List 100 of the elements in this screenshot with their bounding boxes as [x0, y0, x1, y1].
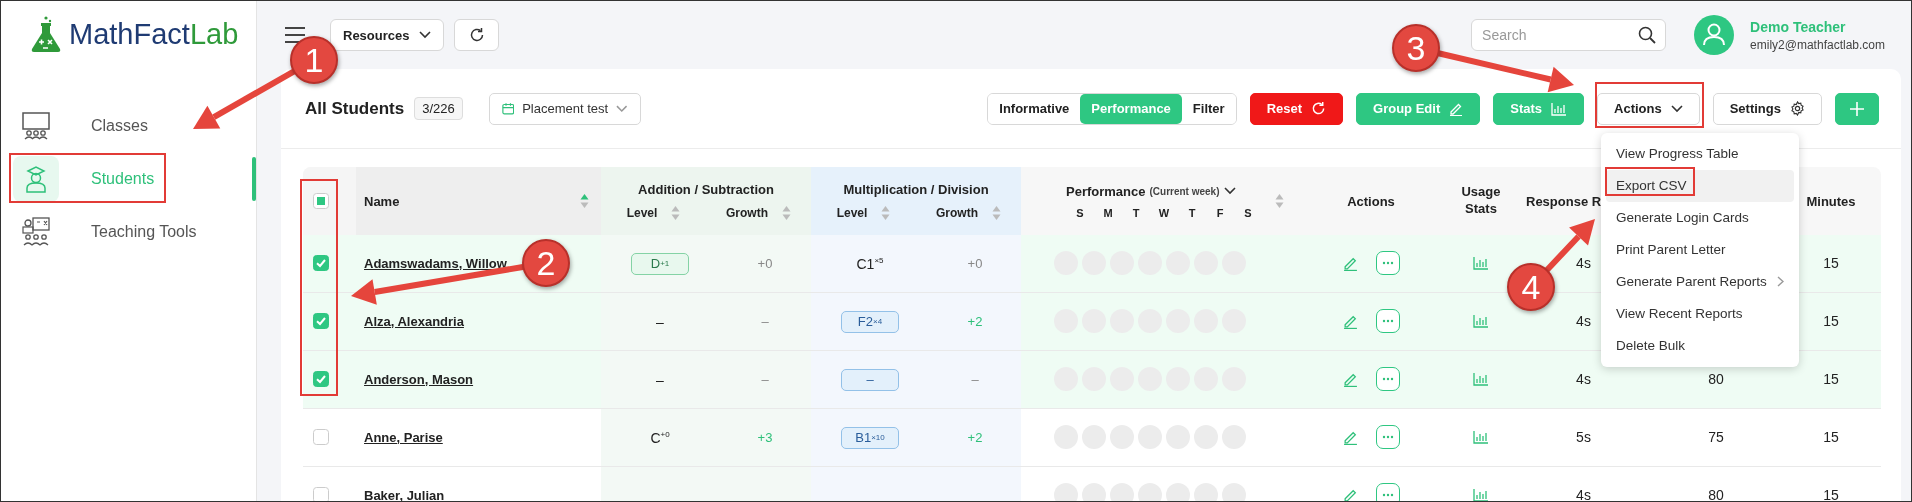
checkbox[interactable] [313, 193, 329, 209]
resources-dropdown[interactable]: Resources [330, 19, 445, 51]
column-header: Multiplication / Division [843, 181, 989, 197]
bar-chart-icon[interactable] [1473, 256, 1489, 270]
growth-text: – [761, 372, 769, 387]
user-name: Demo Teacher [1750, 18, 1847, 35]
score-text: 75 [1708, 429, 1724, 445]
caret-icon [1223, 187, 1236, 195]
more-button[interactable] [1375, 251, 1400, 275]
header-note: (Current week) [1149, 185, 1220, 197]
arrow [1543, 219, 1595, 274]
menu-item[interactable]: View Recent Reports [1606, 297, 1795, 330]
menu-item[interactable]: Generate Login Cards [1606, 201, 1795, 234]
pencil-icon[interactable] [1342, 371, 1358, 387]
column-header: Addition / Subtraction [638, 181, 774, 197]
column-header: Minutes [1806, 193, 1856, 209]
logo-text: MathFactLab [69, 17, 239, 51]
day-label: F [1215, 206, 1225, 219]
growth-text: +0 [967, 256, 983, 271]
chevron-right-icon [1777, 276, 1785, 287]
pencil-icon[interactable] [1342, 313, 1358, 329]
sort-icon [881, 204, 891, 221]
menu-item[interactable]: Generate Parent Reports [1606, 265, 1795, 298]
day-label: S [1243, 206, 1253, 219]
gear-icon [1790, 101, 1805, 116]
bar-chart-icon [1551, 101, 1568, 116]
sort-icon [1275, 193, 1284, 209]
actions-dropdown[interactable]: Actions [1597, 92, 1700, 125]
refresh-button[interactable] [454, 19, 500, 51]
minutes-text: 15 [1823, 487, 1839, 501]
refresh-icon [469, 27, 485, 43]
pencil-icon [1449, 101, 1464, 116]
growth-text: +2 [967, 314, 983, 329]
student-name-link[interactable]: Anderson, Mason [364, 371, 474, 387]
classroom-icon [20, 110, 52, 142]
checkbox[interactable] [313, 487, 329, 501]
menu-item[interactable]: Delete Bulk [1606, 329, 1795, 362]
minutes-text: 15 [1823, 255, 1839, 271]
pencil-icon[interactable] [1342, 429, 1358, 445]
score-text: 80 [1708, 487, 1724, 501]
student-name-link[interactable]: Adamswadams, Willow [364, 255, 507, 271]
day-label: S [1075, 206, 1085, 219]
test-dropdown[interactable]: Placement test [488, 92, 641, 125]
menu-item[interactable]: Export CSV [1606, 169, 1795, 202]
bar-chart-icon[interactable] [1473, 488, 1489, 501]
menu-icon[interactable] [284, 26, 306, 44]
bar-chart-icon[interactable] [1473, 430, 1489, 444]
column-header: Growth [726, 205, 768, 220]
bar-chart-icon[interactable] [1473, 372, 1489, 386]
caret-icon [419, 31, 432, 39]
growth-text: – [971, 372, 979, 387]
menu-item[interactable]: View Progress Table [1606, 137, 1795, 170]
column-header: Actions [1347, 193, 1395, 209]
level-badge: B1$^{×10}$ [841, 426, 899, 449]
response-time: 4s [1576, 371, 1591, 387]
reset-button[interactable]: Reset [1249, 92, 1344, 125]
day-label: M [1102, 206, 1114, 219]
plus-icon [1849, 100, 1865, 117]
column-header: Name [364, 193, 400, 209]
sidebar-item[interactable]: Teaching Tools [13, 209, 256, 255]
ellipsis-icon [1381, 493, 1394, 497]
pencil-icon[interactable] [1342, 487, 1358, 501]
sort-icon [782, 204, 791, 221]
ellipsis-icon [1381, 377, 1394, 381]
response-time: 5s [1576, 429, 1591, 445]
calendar-icon [501, 102, 515, 115]
level-text: – [656, 371, 664, 388]
more-button[interactable] [1375, 483, 1400, 501]
checkbox[interactable] [313, 313, 329, 329]
growth-text: +3 [757, 430, 773, 445]
refresh-icon [1311, 101, 1327, 116]
checkbox[interactable] [313, 429, 329, 445]
page-title: All Students [305, 98, 405, 119]
flask-logo-icon [29, 15, 63, 53]
response-time: 4s [1576, 487, 1591, 501]
response-time: 4s [1576, 313, 1591, 329]
ellipsis-icon [1381, 261, 1394, 265]
add-button[interactable] [1835, 92, 1879, 125]
checkbox[interactable] [313, 255, 329, 271]
menu-item[interactable]: Print Parent Letter [1606, 233, 1795, 266]
level-text: – [656, 313, 664, 330]
pencil-icon[interactable] [1342, 255, 1358, 271]
column-header: Response R [1526, 193, 1602, 209]
caret-icon [616, 104, 628, 113]
search-field[interactable]: Search [1471, 19, 1667, 51]
settings-button[interactable]: Settings [1712, 92, 1822, 125]
more-button[interactable] [1375, 309, 1400, 333]
day-label: W [1157, 206, 1171, 219]
checkbox[interactable] [313, 371, 329, 387]
ellipsis-icon [1381, 319, 1394, 323]
bar-chart-icon[interactable] [1473, 314, 1489, 328]
sidebar-item[interactable]: Classes [13, 103, 256, 149]
student-name-link[interactable]: Anne, Parise [364, 429, 443, 445]
more-button[interactable] [1375, 367, 1400, 391]
level-text: C$^{+0}$ [650, 429, 670, 446]
more-button[interactable] [1375, 425, 1400, 449]
student-name-link[interactable]: Baker, Julian [364, 487, 445, 501]
teaching-icon [20, 216, 52, 248]
student-name-link[interactable]: Alza, Alexandria [364, 313, 464, 329]
response-time: 4s [1576, 255, 1591, 271]
